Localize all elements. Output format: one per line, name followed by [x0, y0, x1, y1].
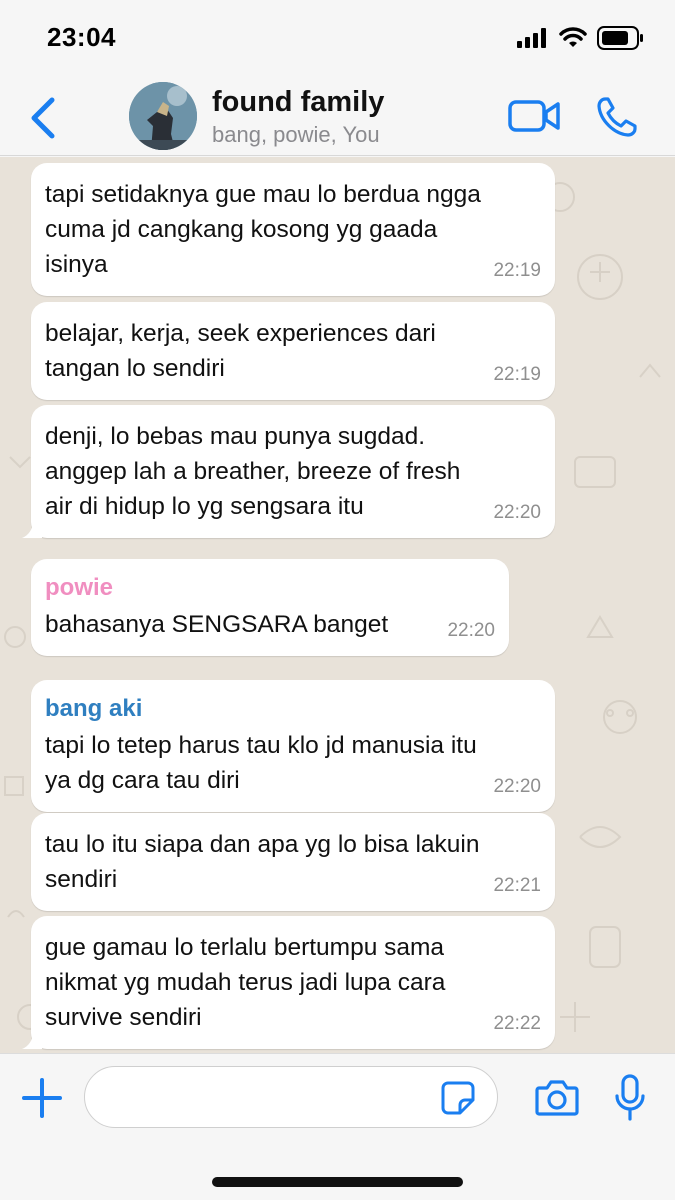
message-text: gue gamau lo terlalu bertumpu sama nikma… [45, 934, 446, 1031]
status-time: 23:04 [47, 22, 116, 52]
chevron-left-icon[interactable] [26, 96, 62, 140]
message-text: tau lo itu siapa dan apa yg lo bisa laku… [45, 831, 480, 893]
microphone-icon[interactable] [614, 1074, 646, 1122]
chat-header: found family bang, powie, You [0, 76, 675, 156]
sticker-icon[interactable] [440, 1080, 476, 1116]
message-bubble[interactable]: tau lo itu siapa dan apa yg lo bisa laku… [31, 813, 555, 911]
message-text: tapi lo tetep harus tau klo jd manusia i… [45, 732, 477, 794]
status-icons [517, 26, 645, 50]
compose-bar [0, 1053, 675, 1200]
message-bubble[interactable]: tapi setidaknya gue mau lo berdua ngga c… [31, 163, 555, 296]
sender-name[interactable]: bang aki [45, 694, 539, 724]
message-text: tapi setidaknya gue mau lo berdua ngga c… [45, 181, 481, 278]
camera-icon[interactable] [535, 1078, 579, 1116]
wifi-icon [559, 27, 587, 47]
message-text: denji, lo bebas mau punya sugdad. anggep… [45, 423, 461, 520]
message-time: 22:21 [493, 875, 541, 896]
message-bubble[interactable]: belajar, kerja, seek experiences dari ta… [31, 302, 555, 400]
message-time: 22:19 [493, 364, 541, 385]
plus-icon[interactable] [22, 1078, 62, 1118]
sender-name[interactable]: powie [45, 573, 493, 603]
cellular-signal-icon [517, 28, 546, 48]
status-bar: 23:04 [0, 0, 675, 76]
battery-icon [597, 26, 643, 50]
message-time: 22:20 [493, 502, 541, 523]
chat-title[interactable]: found family [212, 86, 384, 119]
message-bubble[interactable]: powie bahasanya SENGSARA banget 22:20 [31, 559, 509, 656]
avatar-image [129, 82, 197, 150]
bubble-tail [22, 520, 42, 538]
video-camera-icon[interactable] [508, 98, 560, 134]
message-time: 22:22 [493, 1013, 541, 1034]
message-text: bahasanya SENGSARA banget [45, 611, 389, 638]
message-input[interactable] [84, 1066, 498, 1128]
message-time: 22:19 [493, 260, 541, 281]
message-list[interactable]: tapi setidaknya gue mau lo berdua ngga c… [0, 157, 675, 1053]
message-text: belajar, kerja, seek experiences dari ta… [45, 320, 436, 382]
group-avatar[interactable] [129, 82, 197, 150]
phone-icon[interactable] [596, 96, 638, 138]
message-bubble[interactable]: denji, lo bebas mau punya sugdad. anggep… [22, 405, 555, 538]
home-indicator[interactable] [212, 1177, 463, 1187]
bubble-tail [22, 1031, 42, 1049]
chat-members[interactable]: bang, powie, You [212, 122, 380, 148]
message-bubble[interactable]: gue gamau lo terlalu bertumpu sama nikma… [22, 916, 555, 1049]
message-time: 22:20 [493, 776, 541, 797]
message-bubble[interactable]: bang aki tapi lo tetep harus tau klo jd … [31, 680, 555, 812]
message-time: 22:20 [447, 620, 495, 641]
